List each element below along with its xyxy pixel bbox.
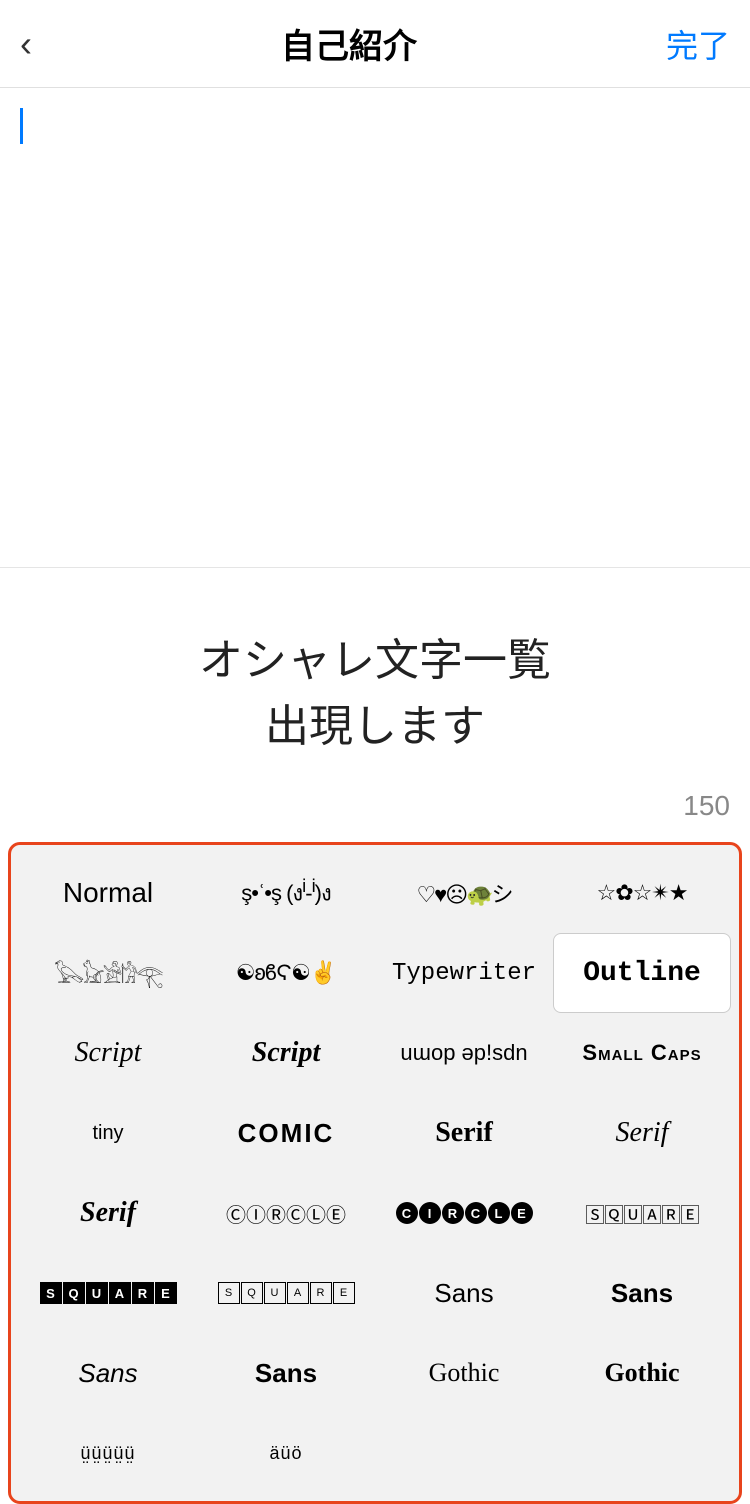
font-cell-square-outline[interactable]: SQUARE: [197, 1253, 375, 1333]
font-cell-smallcaps[interactable]: Small Caps: [553, 1013, 731, 1093]
font-cell-dots1[interactable]: ṳ̈ṳ̈ṳ̈ṳ̈ṳ̈: [19, 1413, 197, 1493]
font-label-normal: Normal: [63, 877, 153, 909]
font-label-gothic: Gothic: [429, 1358, 500, 1388]
font-cell-dots2[interactable]: äüö: [197, 1413, 375, 1493]
font-panel: Normal ş•ʿ•ş (งi-i)ง ♡♥☹🐢シ ☆✿☆✴★ 𓅂𓃠𓀀𓀗𓂀 ☯…: [8, 842, 742, 1504]
font-cell-sans-bold[interactable]: Sans: [553, 1253, 731, 1333]
nav-bar: ‹ 自己紹介 完了: [0, 0, 750, 88]
hint-line1: オシャレ文字一覧: [199, 628, 551, 694]
font-cell-swirl[interactable]: ☯ʚϐϚ☯✌: [197, 933, 375, 1013]
font-label-hiero: 𓅂𓃠𓀀𓀗𓂀: [54, 955, 162, 991]
font-label-circle-open: ⒸⒾⓇⒸⓁⒺ: [226, 1199, 346, 1228]
font-grid: Normal ş•ʿ•ş (งi-i)ง ♡♥☹🐢シ ☆✿☆✴★ 𓅂𓃠𓀀𓀗𓂀 ☯…: [19, 853, 731, 1493]
char-count-area: 150: [0, 780, 750, 832]
font-cell-serif-bold-italic[interactable]: Serif: [19, 1173, 197, 1253]
font-cell-gothic[interactable]: Gothic: [375, 1333, 553, 1413]
font-label-smallcaps: Small Caps: [582, 1040, 701, 1066]
font-cell-comic[interactable]: COMIC: [197, 1093, 375, 1173]
font-label-square-open: 🅂🅀🅄🄰🅁🄴: [585, 1199, 699, 1228]
font-label-serif-bold-italic: Serif: [80, 1197, 136, 1229]
font-label-script-light: Script: [75, 1037, 142, 1069]
font-label-emoji1: ♡♥☹🐢シ: [416, 877, 511, 909]
font-label-circle-filled: CIRCLE: [396, 1202, 533, 1224]
font-label-stars: ☆✿☆✴★: [596, 880, 687, 906]
font-cell-circle-filled[interactable]: CIRCLE: [375, 1173, 553, 1253]
font-label-symbols1: ş•ʿ•ş (งi-i)ง: [241, 875, 330, 910]
font-cell-emoji1[interactable]: ♡♥☹🐢シ: [375, 853, 553, 933]
font-cell-gothic-bold[interactable]: Gothic: [553, 1333, 731, 1413]
font-label-dots1: ṳ̈ṳ̈ṳ̈ṳ̈ṳ̈: [80, 1443, 135, 1464]
font-cell-serif-normal[interactable]: Serif: [375, 1093, 553, 1173]
font-cell-typewriter[interactable]: Typewriter: [375, 933, 553, 1013]
font-label-serif-italic: Serif: [616, 1117, 669, 1149]
font-label-outline: Outline: [583, 958, 701, 989]
font-label-dots2: äüö: [269, 1443, 302, 1464]
font-cell-hiero[interactable]: 𓅂𓃠𓀀𓀗𓂀: [19, 933, 197, 1013]
text-cursor: [20, 108, 23, 144]
char-count: 150: [683, 790, 730, 822]
font-cell-script-bold[interactable]: Script: [197, 1013, 375, 1093]
font-label-comic: COMIC: [238, 1118, 335, 1149]
nav-title: 自己紹介: [281, 19, 417, 68]
font-cell-square-open[interactable]: 🅂🅀🅄🄰🅁🄴: [553, 1173, 731, 1253]
font-cell-upsidedown[interactable]: uɯop ǝp!sdn: [375, 1013, 553, 1093]
back-button[interactable]: ‹: [20, 26, 32, 62]
font-label-typewriter: Typewriter: [392, 960, 536, 987]
font-cell-circle-open[interactable]: ⒸⒾⓇⒸⓁⒺ: [197, 1173, 375, 1253]
font-label-sans-bold2: Sans: [255, 1358, 317, 1389]
hint-line2: 出現します: [265, 694, 485, 760]
font-label-gothic-bold: Gothic: [604, 1358, 679, 1388]
font-cell-outline[interactable]: Outline: [553, 933, 731, 1013]
font-cell-square-filled[interactable]: SQUARE: [19, 1253, 197, 1333]
font-label-square-filled: SQUARE: [40, 1282, 177, 1304]
font-cell-serif-italic[interactable]: Serif: [553, 1093, 731, 1173]
font-label-tiny: tiny: [92, 1122, 123, 1145]
font-label-upsidedown: uɯop ǝp!sdn: [400, 1040, 527, 1066]
font-label-serif-normal: Serif: [435, 1117, 493, 1149]
font-cell-sans-italic[interactable]: Sans: [19, 1333, 197, 1413]
font-cell-stars[interactable]: ☆✿☆✴★: [553, 853, 731, 933]
font-label-swirl: ☯ʚϐϚ☯✌: [236, 960, 337, 986]
hint-container: オシャレ文字一覧 出現します: [0, 568, 750, 780]
font-label-script-bold: Script: [252, 1037, 320, 1069]
done-button[interactable]: 完了: [666, 21, 730, 67]
font-cell-sans[interactable]: Sans: [375, 1253, 553, 1333]
font-cell-tiny[interactable]: tiny: [19, 1093, 197, 1173]
font-label-square-outline: SQUARE: [218, 1282, 355, 1304]
font-cell-symbols1[interactable]: ş•ʿ•ş (งi-i)ง: [197, 853, 375, 933]
font-cell-script-light[interactable]: Script: [19, 1013, 197, 1093]
font-label-sans-italic: Sans: [78, 1358, 137, 1389]
font-cell-sans-bold2[interactable]: Sans: [197, 1333, 375, 1413]
font-cell-normal[interactable]: Normal: [19, 853, 197, 933]
text-input-area[interactable]: [0, 88, 750, 568]
